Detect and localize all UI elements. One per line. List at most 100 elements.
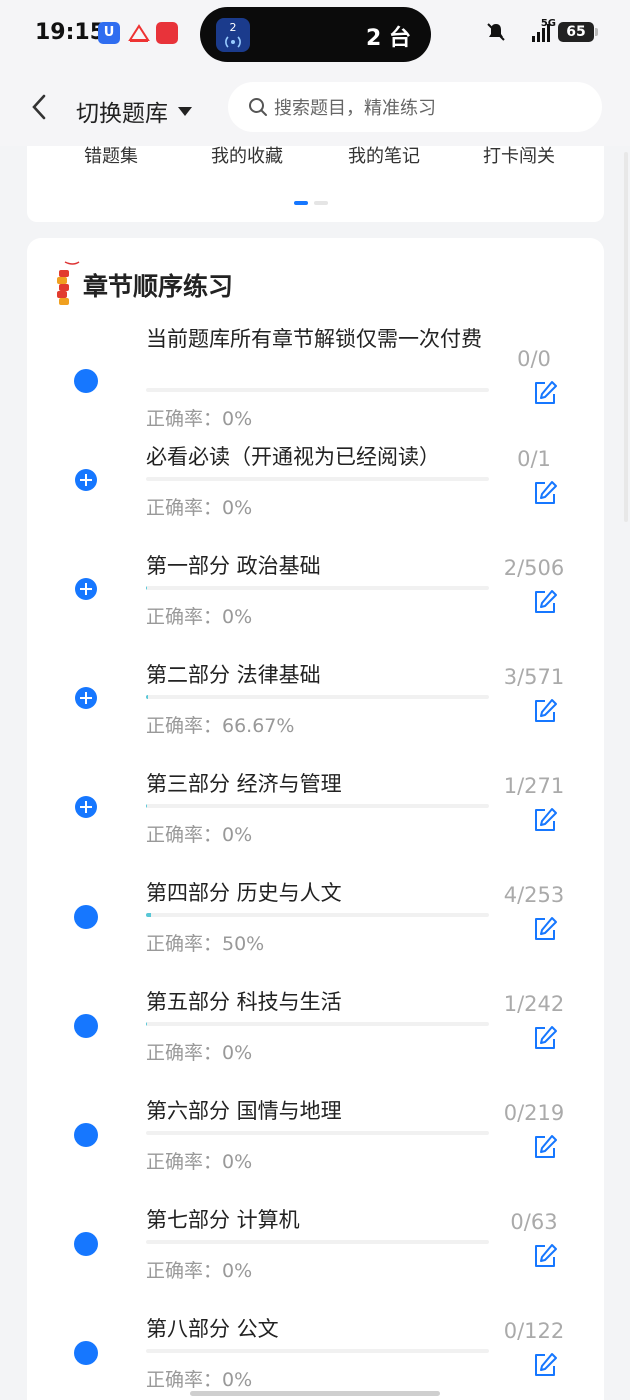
caret-down-icon [178, 106, 192, 116]
search-placeholder: 搜索题目，精准练习 [274, 98, 436, 119]
mountain-app-icon [128, 22, 150, 44]
edit-icon[interactable] [532, 480, 558, 506]
chapter-practice-card: 章节顺序练习 当前题库所有章节解锁仅需一次付费 正确率：0% 0/0 必看必读（开通视… [27, 238, 604, 1400]
chapter-title: 第一部分 政治基础 [146, 554, 321, 578]
chapter-title: 第四部分 历史与人文 [146, 881, 342, 905]
accuracy-label: 正确率：0% [146, 1151, 253, 1173]
switch-bank-dropdown[interactable]: 切换题库 [76, 94, 192, 128]
chapter-title: 第八部分 公文 [146, 1317, 279, 1341]
chapter-row[interactable]: 第七部分 计算机 正确率：0% 0/63 [27, 1198, 604, 1307]
chapter-row[interactable]: 第二部分 法律基础 正确率：66.67% 3/571 [27, 653, 604, 762]
chapter-row[interactable]: 第一部分 政治基础 正确率：0% 2/506 [27, 544, 604, 653]
chapter-dot-icon [74, 1232, 98, 1256]
chapter-row[interactable]: 当前题库所有章节解锁仅需一次付费 正确率：0% 0/0 [27, 326, 604, 435]
expand-plus-icon[interactable] [75, 796, 97, 818]
page-dot-active [294, 201, 308, 205]
progress-count: 2/506 [503, 556, 565, 580]
scrollbar[interactable] [624, 152, 628, 522]
accuracy-label: 正确率：0% [146, 497, 253, 519]
shortcut-card: 错题集 我的收藏 我的笔记 打卡闯关 [27, 146, 604, 222]
progress-fill [146, 695, 148, 699]
edit-icon[interactable] [532, 1243, 558, 1269]
top-nav: 切换题库 搜索题目，精准练习 [0, 70, 630, 146]
edit-icon[interactable] [532, 807, 558, 833]
progress-count: 3/571 [503, 665, 565, 689]
chapter-row[interactable]: 第六部分 国情与地理 正确率：0% 0/219 [27, 1089, 604, 1198]
signal-icon [532, 22, 550, 42]
status-time: 19:15 [35, 20, 106, 45]
progress-fill [146, 1022, 148, 1026]
edit-icon[interactable] [532, 698, 558, 724]
expand-plus-icon[interactable] [75, 469, 97, 491]
shortcut-favorites[interactable]: 我的收藏 [187, 146, 307, 168]
chapter-row[interactable]: 必看必读（开通视为已经阅读） 正确率：0% 0/1 [27, 435, 604, 544]
progress-bar [146, 477, 489, 481]
chapter-title: 第三部分 经济与管理 [146, 772, 342, 796]
progress-bar [146, 1131, 489, 1135]
expand-plus-icon[interactable] [75, 687, 97, 709]
chapter-title: 第七部分 计算机 [146, 1208, 300, 1232]
chapter-title: 必看必读（开通视为已经阅读） [146, 445, 440, 469]
chapter-dot-icon [74, 905, 98, 929]
chapter-row[interactable]: 第五部分 科技与生活 正确率：0% 1/242 [27, 980, 604, 1089]
progress-count: 1/271 [503, 774, 565, 798]
back-button[interactable] [26, 92, 54, 122]
island-text: 2 台 [366, 26, 411, 51]
progress-count: 0/0 [517, 347, 551, 371]
accuracy-label: 正确率：0% [146, 1042, 253, 1064]
progress-bar [146, 695, 489, 699]
search-input[interactable]: 搜索题目，精准练习 [228, 82, 602, 132]
bell-muted-icon [487, 23, 505, 41]
progress-bar [146, 1240, 489, 1244]
edit-icon[interactable] [532, 916, 558, 942]
chapter-title: 当前题库所有章节解锁仅需一次付费 [146, 327, 482, 351]
accuracy-label: 正确率：0% [146, 408, 253, 430]
dynamic-island[interactable]: 2 2 台 [200, 7, 431, 62]
chapter-row[interactable]: 第八部分 公文 正确率：0% 0/122 [27, 1307, 604, 1400]
chapter-dot-icon [74, 1341, 98, 1365]
progress-bar [146, 913, 489, 917]
progress-bar [146, 586, 489, 590]
edit-icon[interactable] [532, 1134, 558, 1160]
accuracy-label: 正确率：0% [146, 1260, 253, 1282]
accuracy-label: 正确率：0% [146, 824, 253, 846]
edit-icon[interactable] [532, 1025, 558, 1051]
chapter-title: 第六部分 国情与地理 [146, 1099, 342, 1123]
battery-icon: 65 [558, 22, 598, 42]
edit-icon[interactable] [532, 589, 558, 615]
progress-bar [146, 1349, 489, 1353]
chapter-dot-icon [74, 369, 98, 393]
section-title: 章节顺序练习 [83, 272, 234, 301]
accuracy-label: 正确率：66.67% [146, 715, 295, 737]
page-dot [314, 201, 328, 205]
page-title: 切换题库 [76, 101, 168, 127]
chevron-left-icon [32, 94, 46, 120]
progress-bar [146, 388, 489, 392]
island-badge: 2 [229, 21, 237, 34]
search-icon [249, 98, 267, 116]
accuracy-label: 正确率：50% [146, 933, 265, 955]
firecracker-icon [57, 261, 80, 305]
progress-count: 0/219 [503, 1101, 565, 1125]
accuracy-label: 正确率：0% [146, 606, 253, 628]
app-notification-icon: U [98, 22, 120, 44]
chapter-title: 第二部分 法律基础 [146, 663, 321, 687]
home-indicator[interactable] [190, 1391, 440, 1396]
page-indicator [294, 201, 328, 205]
edit-icon[interactable] [532, 380, 558, 406]
chapter-row[interactable]: 第四部分 历史与人文 正确率：50% 4/253 [27, 871, 604, 980]
shortcut-checkin[interactable]: 打卡闯关 [459, 146, 579, 168]
progress-fill [146, 804, 148, 808]
chapter-dot-icon [74, 1014, 98, 1038]
edit-icon[interactable] [532, 1352, 558, 1378]
chapter-row[interactable]: 第三部分 经济与管理 正确率：0% 1/271 [27, 762, 604, 871]
progress-fill [146, 913, 152, 917]
progress-bar [146, 1022, 489, 1026]
accuracy-label: 正确率：0% [146, 1369, 253, 1391]
progress-fill [146, 586, 148, 590]
expand-plus-icon[interactable] [75, 578, 97, 600]
cast-icon: 2 [216, 18, 250, 52]
red-app-icon [156, 22, 178, 44]
shortcut-notes[interactable]: 我的笔记 [324, 146, 444, 168]
shortcut-wrong-questions[interactable]: 错题集 [51, 146, 171, 168]
